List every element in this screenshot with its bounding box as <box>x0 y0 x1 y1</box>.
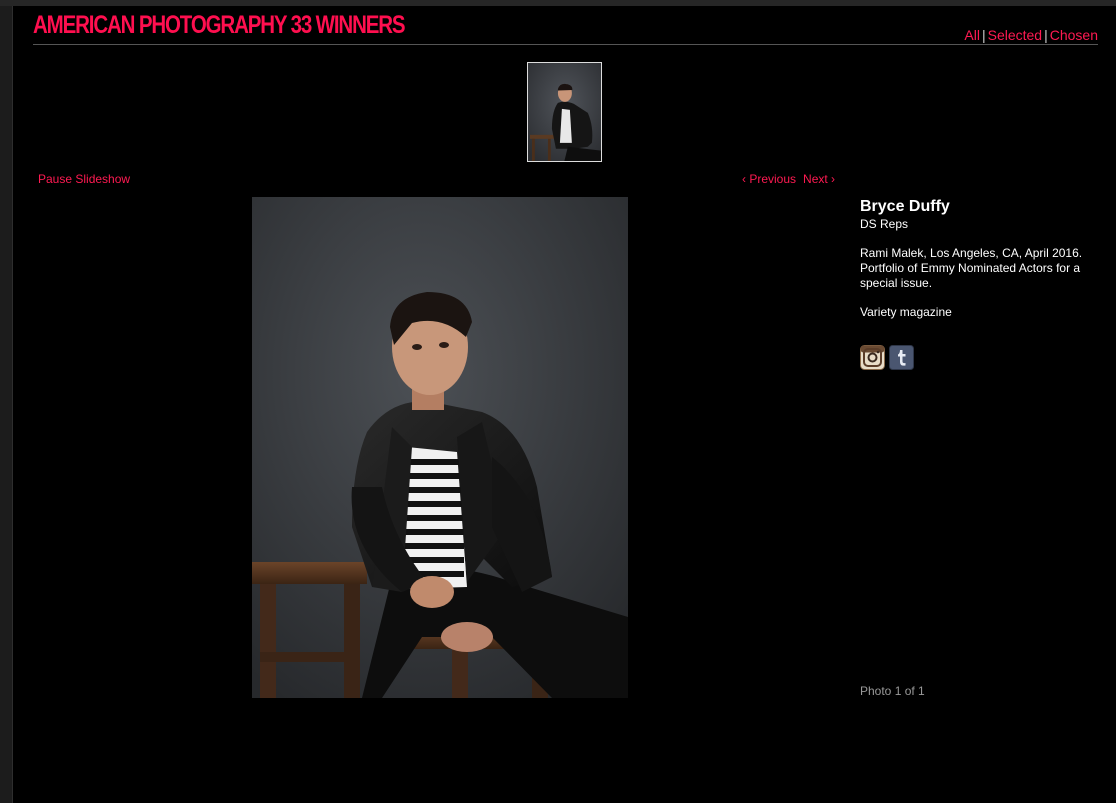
social-share <box>860 345 914 370</box>
filter-nav: All | Selected | Chosen <box>964 27 1098 43</box>
window-left-rail <box>0 6 13 803</box>
photographer-name: Bryce Duffy <box>860 198 950 215</box>
photo-caption: Rami Malek, Los Angeles, CA, April 2016.… <box>860 246 1100 291</box>
publication-name: Variety magazine <box>860 305 952 319</box>
photo-info: Bryce Duffy DS Reps Rami Malek, Los Ange… <box>860 197 1100 319</box>
previous-link[interactable]: ‹ Previous <box>742 172 796 186</box>
pager: ‹ Previous Next › <box>742 172 842 186</box>
tumblr-icon[interactable] <box>889 345 914 370</box>
next-link[interactable]: Next › <box>803 172 835 186</box>
caption-line: Rami Malek, Los Angeles, CA, April 2016. <box>860 246 1083 260</box>
caption-line: Portfolio of Emmy Nominated Actors for a… <box>860 261 1081 290</box>
photo-thumbnail[interactable] <box>527 62 602 162</box>
agency-name: DS Reps <box>860 217 909 231</box>
photo-count: Photo 1 of 1 <box>860 684 925 698</box>
main-photo[interactable] <box>252 197 628 698</box>
separator: | <box>981 27 986 43</box>
filter-chosen-link[interactable]: Chosen <box>1050 27 1098 43</box>
separator: | <box>1044 27 1048 43</box>
filter-all-link[interactable]: All <box>964 27 980 43</box>
page: AMERICAN PHOTOGRAPHY 33 WINNERS All | Sele… <box>0 0 1116 803</box>
filter-selected-link[interactable]: Selected <box>988 27 1042 43</box>
instagram-icon[interactable] <box>860 345 885 370</box>
title-divider <box>33 44 1098 45</box>
portrait-image <box>252 197 628 698</box>
site-title[interactable]: AMERICAN PHOTOGRAPHY 33 WINNERS <box>33 11 406 40</box>
thumbnail-image <box>528 63 601 161</box>
pause-slideshow-link[interactable]: Pause Slideshow <box>38 172 130 186</box>
